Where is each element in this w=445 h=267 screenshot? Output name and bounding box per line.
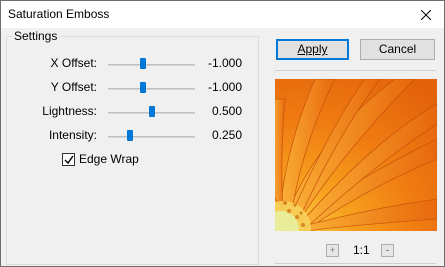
lightness-slider[interactable]: [108, 103, 195, 123]
slider-track: [108, 88, 195, 90]
slider-thumb[interactable]: [139, 58, 146, 69]
y-offset-row: Y Offset: -1.000: [1, 79, 261, 99]
apply-button[interactable]: Apply: [276, 39, 349, 60]
slider-thumb[interactable]: [126, 130, 133, 141]
x-offset-row: X Offset: -1.000: [1, 55, 261, 75]
window-title: Saturation Emboss: [8, 7, 110, 21]
x-offset-value: -1.000: [207, 56, 242, 70]
slider-track: [108, 64, 195, 66]
intensity-slider[interactable]: [108, 127, 195, 147]
zoom-out-button[interactable]: -: [381, 244, 394, 257]
checkmark-icon: [64, 155, 74, 165]
y-offset-slider[interactable]: [108, 79, 195, 99]
close-button[interactable]: [408, 1, 444, 28]
dialog-window: Saturation Emboss Settings X Offset: -1.…: [0, 0, 445, 267]
edge-wrap-checkbox[interactable]: [62, 153, 75, 166]
edge-wrap-label[interactable]: Edge Wrap: [79, 152, 139, 166]
slider-thumb[interactable]: [148, 106, 155, 117]
intensity-row: Intensity: 0.250: [1, 127, 261, 147]
intensity-label: Intensity:: [48, 128, 97, 142]
preview-image: [275, 79, 437, 231]
preview-divider: [275, 70, 436, 71]
lightness-label: Lightness:: [42, 104, 97, 118]
title-bar[interactable]: Saturation Emboss: [1, 1, 444, 28]
y-offset-value: -1.000: [207, 80, 242, 94]
preview-bottom-divider: [275, 263, 436, 264]
intensity-value: 0.250: [211, 128, 242, 142]
zoom-level: 1:1: [353, 243, 370, 257]
y-offset-label: Y Offset:: [50, 80, 97, 94]
settings-legend: Settings: [12, 29, 60, 43]
slider-track: [108, 136, 195, 138]
lightness-value: 0.500: [211, 104, 242, 118]
zoom-in-button[interactable]: +: [326, 244, 339, 257]
slider-thumb[interactable]: [139, 82, 146, 93]
lightness-row: Lightness: 0.500: [1, 103, 261, 123]
cancel-button[interactable]: Cancel: [360, 39, 435, 60]
x-offset-label: X Offset:: [50, 56, 97, 70]
x-offset-slider[interactable]: [108, 55, 195, 75]
close-icon: [421, 9, 431, 20]
apply-label: Apply: [297, 42, 328, 56]
